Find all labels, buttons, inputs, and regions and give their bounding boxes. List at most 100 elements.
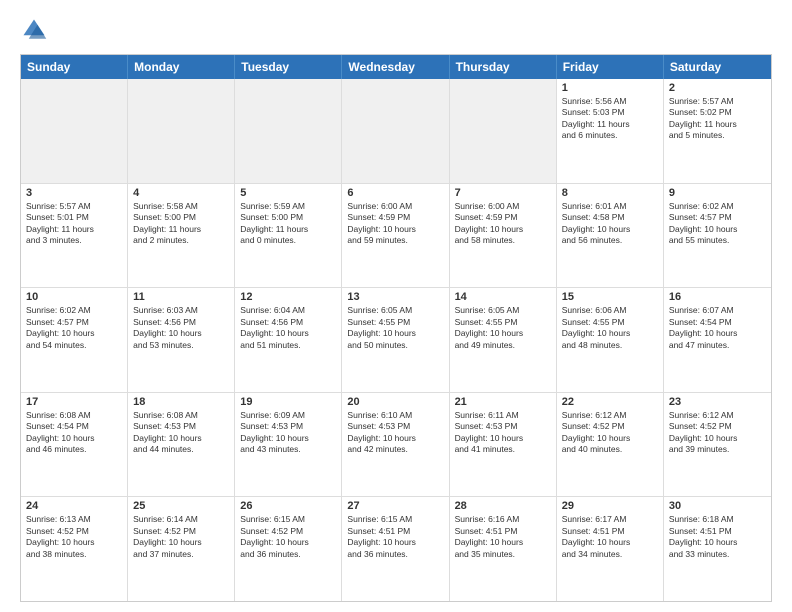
empty-cell: [450, 79, 557, 183]
day-info: Sunrise: 6:10 AMSunset: 4:53 PMDaylight:…: [347, 410, 443, 456]
day-cell: 12 Sunrise: 6:04 AMSunset: 4:56 PMDayligh…: [235, 288, 342, 392]
day-info: Sunrise: 6:06 AMSunset: 4:55 PMDaylight:…: [562, 305, 658, 351]
day-info: Sunrise: 6:03 AMSunset: 4:56 PMDaylight:…: [133, 305, 229, 351]
day-number: 23: [669, 396, 766, 408]
weekday-header: Wednesday: [342, 55, 449, 79]
day-cell: 19 Sunrise: 6:09 AMSunset: 4:53 PMDayligh…: [235, 393, 342, 497]
calendar-row: 17 Sunrise: 6:08 AMSunset: 4:54 PMDayligh…: [21, 393, 771, 498]
empty-cell: [235, 79, 342, 183]
day-info: Sunrise: 6:02 AMSunset: 4:57 PMDaylight:…: [669, 201, 766, 247]
day-number: 5: [240, 187, 336, 199]
day-number: 12: [240, 291, 336, 303]
day-info: Sunrise: 6:12 AMSunset: 4:52 PMDaylight:…: [669, 410, 766, 456]
day-info: Sunrise: 6:16 AMSunset: 4:51 PMDaylight:…: [455, 514, 551, 560]
day-info: Sunrise: 6:13 AMSunset: 4:52 PMDaylight:…: [26, 514, 122, 560]
day-cell: 5 Sunrise: 5:59 AMSunset: 5:00 PMDaylight…: [235, 184, 342, 288]
day-number: 4: [133, 187, 229, 199]
day-info: Sunrise: 6:15 AMSunset: 4:51 PMDaylight:…: [347, 514, 443, 560]
day-number: 1: [562, 82, 658, 94]
day-number: 19: [240, 396, 336, 408]
day-cell: 29 Sunrise: 6:17 AMSunset: 4:51 PMDayligh…: [557, 497, 664, 601]
page: SundayMondayTuesdayWednesdayThursdayFrid…: [0, 0, 792, 612]
weekday-header: Monday: [128, 55, 235, 79]
day-cell: 8 Sunrise: 6:01 AMSunset: 4:58 PMDaylight…: [557, 184, 664, 288]
day-number: 11: [133, 291, 229, 303]
calendar-row: 3 Sunrise: 5:57 AMSunset: 5:01 PMDaylight…: [21, 184, 771, 289]
day-info: Sunrise: 5:57 AMSunset: 5:01 PMDaylight:…: [26, 201, 122, 247]
day-info: Sunrise: 6:18 AMSunset: 4:51 PMDaylight:…: [669, 514, 766, 560]
weekday-header: Thursday: [450, 55, 557, 79]
logo: [20, 16, 52, 44]
day-info: Sunrise: 6:15 AMSunset: 4:52 PMDaylight:…: [240, 514, 336, 560]
day-cell: 28 Sunrise: 6:16 AMSunset: 4:51 PMDayligh…: [450, 497, 557, 601]
day-cell: 22Sunrise: 6:12 AMSunset: 4:52 PMDayligh…: [557, 393, 664, 497]
day-info: Sunrise: 6:01 AMSunset: 4:58 PMDaylight:…: [562, 201, 658, 247]
day-info: Sunrise: 6:00 AMSunset: 4:59 PMDaylight:…: [347, 201, 443, 247]
day-info: Sunrise: 6:07 AMSunset: 4:54 PMDaylight:…: [669, 305, 766, 351]
day-info: Sunrise: 5:57 AMSunset: 5:02 PMDaylight:…: [669, 96, 766, 142]
weekday-header: Saturday: [664, 55, 771, 79]
day-number: 14: [455, 291, 551, 303]
day-info: Sunrise: 6:00 AMSunset: 4:59 PMDaylight:…: [455, 201, 551, 247]
day-number: 10: [26, 291, 122, 303]
day-cell: 20 Sunrise: 6:10 AMSunset: 4:53 PMDayligh…: [342, 393, 449, 497]
day-cell: 9 Sunrise: 6:02 AMSunset: 4:57 PMDaylight…: [664, 184, 771, 288]
day-number: 6: [347, 187, 443, 199]
day-number: 9: [669, 187, 766, 199]
day-info: Sunrise: 6:09 AMSunset: 4:53 PMDaylight:…: [240, 410, 336, 456]
day-number: 28: [455, 500, 551, 512]
calendar-header: SundayMondayTuesdayWednesdayThursdayFrid…: [21, 55, 771, 79]
day-number: 7: [455, 187, 551, 199]
day-info: Sunrise: 6:04 AMSunset: 4:56 PMDaylight:…: [240, 305, 336, 351]
day-number: 8: [562, 187, 658, 199]
day-info: Sunrise: 6:08 AMSunset: 4:54 PMDaylight:…: [26, 410, 122, 456]
empty-cell: [128, 79, 235, 183]
calendar-body: 1 Sunrise: 5:56 AMSunset: 5:03 PMDaylight…: [21, 79, 771, 601]
day-number: 25: [133, 500, 229, 512]
day-cell: 2Sunrise: 5:57 AMSunset: 5:02 PMDaylight…: [664, 79, 771, 183]
day-info: Sunrise: 6:02 AMSunset: 4:57 PMDaylight:…: [26, 305, 122, 351]
day-cell: 6 Sunrise: 6:00 AMSunset: 4:59 PMDaylight…: [342, 184, 449, 288]
calendar-row: 10 Sunrise: 6:02 AMSunset: 4:57 PMDayligh…: [21, 288, 771, 393]
empty-cell: [21, 79, 128, 183]
empty-cell: [342, 79, 449, 183]
day-number: 24: [26, 500, 122, 512]
day-info: Sunrise: 6:12 AMSunset: 4:52 PMDaylight:…: [562, 410, 658, 456]
day-cell: 11 Sunrise: 6:03 AMSunset: 4:56 PMDayligh…: [128, 288, 235, 392]
day-number: 29: [562, 500, 658, 512]
logo-icon: [20, 16, 48, 44]
day-cell: 16 Sunrise: 6:07 AMSunset: 4:54 PMDayligh…: [664, 288, 771, 392]
day-cell: 1 Sunrise: 5:56 AMSunset: 5:03 PMDaylight…: [557, 79, 664, 183]
day-cell: 3 Sunrise: 5:57 AMSunset: 5:01 PMDaylight…: [21, 184, 128, 288]
weekday-header: Friday: [557, 55, 664, 79]
day-cell: 21Sunrise: 6:11 AMSunset: 4:53 PMDayligh…: [450, 393, 557, 497]
day-number: 3: [26, 187, 122, 199]
day-cell: 27Sunrise: 6:15 AMSunset: 4:51 PMDayligh…: [342, 497, 449, 601]
day-number: 30: [669, 500, 766, 512]
day-info: Sunrise: 5:59 AMSunset: 5:00 PMDaylight:…: [240, 201, 336, 247]
day-cell: 30 Sunrise: 6:18 AMSunset: 4:51 PMDayligh…: [664, 497, 771, 601]
day-info: Sunrise: 6:14 AMSunset: 4:52 PMDaylight:…: [133, 514, 229, 560]
day-info: Sunrise: 6:08 AMSunset: 4:53 PMDaylight:…: [133, 410, 229, 456]
day-cell: 26Sunrise: 6:15 AMSunset: 4:52 PMDayligh…: [235, 497, 342, 601]
day-cell: 17 Sunrise: 6:08 AMSunset: 4:54 PMDayligh…: [21, 393, 128, 497]
day-info: Sunrise: 5:58 AMSunset: 5:00 PMDaylight:…: [133, 201, 229, 247]
day-cell: 18 Sunrise: 6:08 AMSunset: 4:53 PMDayligh…: [128, 393, 235, 497]
weekday-header: Sunday: [21, 55, 128, 79]
day-cell: 13 Sunrise: 6:05 AMSunset: 4:55 PMDayligh…: [342, 288, 449, 392]
day-cell: 10 Sunrise: 6:02 AMSunset: 4:57 PMDayligh…: [21, 288, 128, 392]
day-info: Sunrise: 6:17 AMSunset: 4:51 PMDaylight:…: [562, 514, 658, 560]
day-info: Sunrise: 6:05 AMSunset: 4:55 PMDaylight:…: [347, 305, 443, 351]
day-number: 16: [669, 291, 766, 303]
day-cell: 4 Sunrise: 5:58 AMSunset: 5:00 PMDaylight…: [128, 184, 235, 288]
day-number: 20: [347, 396, 443, 408]
calendar-row: 24 Sunrise: 6:13 AMSunset: 4:52 PMDayligh…: [21, 497, 771, 601]
day-number: 13: [347, 291, 443, 303]
day-info: Sunrise: 5:56 AMSunset: 5:03 PMDaylight:…: [562, 96, 658, 142]
day-number: 17: [26, 396, 122, 408]
day-cell: 14Sunrise: 6:05 AMSunset: 4:55 PMDayligh…: [450, 288, 557, 392]
day-number: 15: [562, 291, 658, 303]
day-number: 18: [133, 396, 229, 408]
header: [20, 16, 772, 44]
day-cell: 23 Sunrise: 6:12 AMSunset: 4:52 PMDayligh…: [664, 393, 771, 497]
